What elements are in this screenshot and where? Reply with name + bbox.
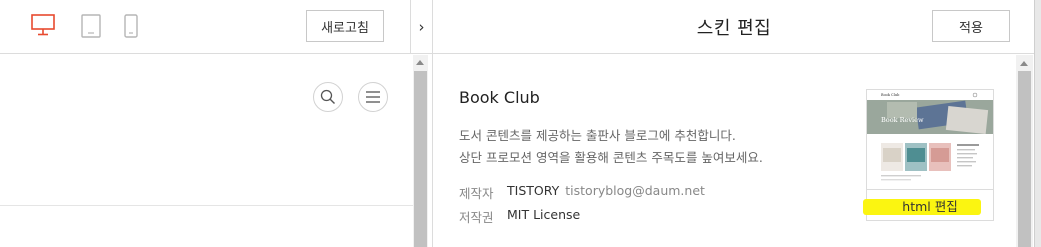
mobile-icon[interactable] [124, 14, 138, 42]
search-icon[interactable] [313, 82, 343, 112]
preview-frame [0, 55, 414, 247]
scroll-up-arrow-icon[interactable] [416, 60, 424, 65]
skin-thumbnail-card: Book Club Book Review html 편집 [863, 89, 994, 221]
thumbnail-banner: Book Review [881, 116, 924, 124]
collapse-panel-button[interactable]: › [410, 0, 432, 54]
license-value: MIT License [507, 207, 581, 222]
skin-description-line: 상단 프로모션 영역을 활용해 콘텐츠 주목도를 높여보세요. [459, 150, 763, 165]
thumbnail-brand: Book Club [881, 93, 900, 97]
preview-scrollbar[interactable] [413, 55, 428, 247]
editor-scroll-thumb[interactable] [1018, 71, 1031, 247]
author-email: tistoryblog@daum.net [565, 183, 705, 198]
skin-name: Book Club [459, 88, 540, 107]
menu-icon[interactable] [358, 82, 388, 112]
skin-thumbnail-image: Book Club Book Review [867, 90, 993, 189]
refresh-button[interactable]: 새로고침 [306, 10, 384, 42]
license-label: 저작권 [459, 210, 494, 225]
html-edit-label: html 편집 [902, 198, 958, 214]
html-edit-button[interactable]: html 편집 [863, 189, 993, 220]
skin-description-line: 도서 콘텐츠를 제공하는 출판사 블로그에 추천합니다. [459, 128, 736, 143]
tablet-icon[interactable] [81, 14, 101, 42]
preview-divider [0, 205, 414, 206]
window-edge [1034, 0, 1041, 247]
scroll-up-arrow-icon[interactable] [1020, 61, 1028, 66]
skin-edit-pane: 스킨 편집 적용 Book Club 도서 콘텐츠를 제공하는 출판사 블로그에… [432, 0, 1035, 247]
author-label: 제작자 [459, 186, 494, 201]
preview-scroll-thumb[interactable] [414, 71, 427, 247]
skin-edit-header: 스킨 편집 적용 [433, 0, 1035, 54]
desktop-icon[interactable] [31, 14, 55, 40]
preview-pane: 새로고침 [0, 0, 414, 247]
skin-description: 도서 콘텐츠를 제공하는 출판사 블로그에 추천합니다. 상단 프로모션 영역을… [459, 125, 763, 169]
license-row: 저작권 MIT License [459, 207, 580, 226]
editor-scrollbar[interactable] [1016, 55, 1033, 247]
author-value: TISTORY [507, 183, 560, 198]
apply-button[interactable]: 적용 [932, 10, 1010, 42]
author-row: 제작자 TISTORY tistoryblog@daum.net [459, 183, 705, 202]
preview-toolbar: 새로고침 [0, 0, 410, 54]
